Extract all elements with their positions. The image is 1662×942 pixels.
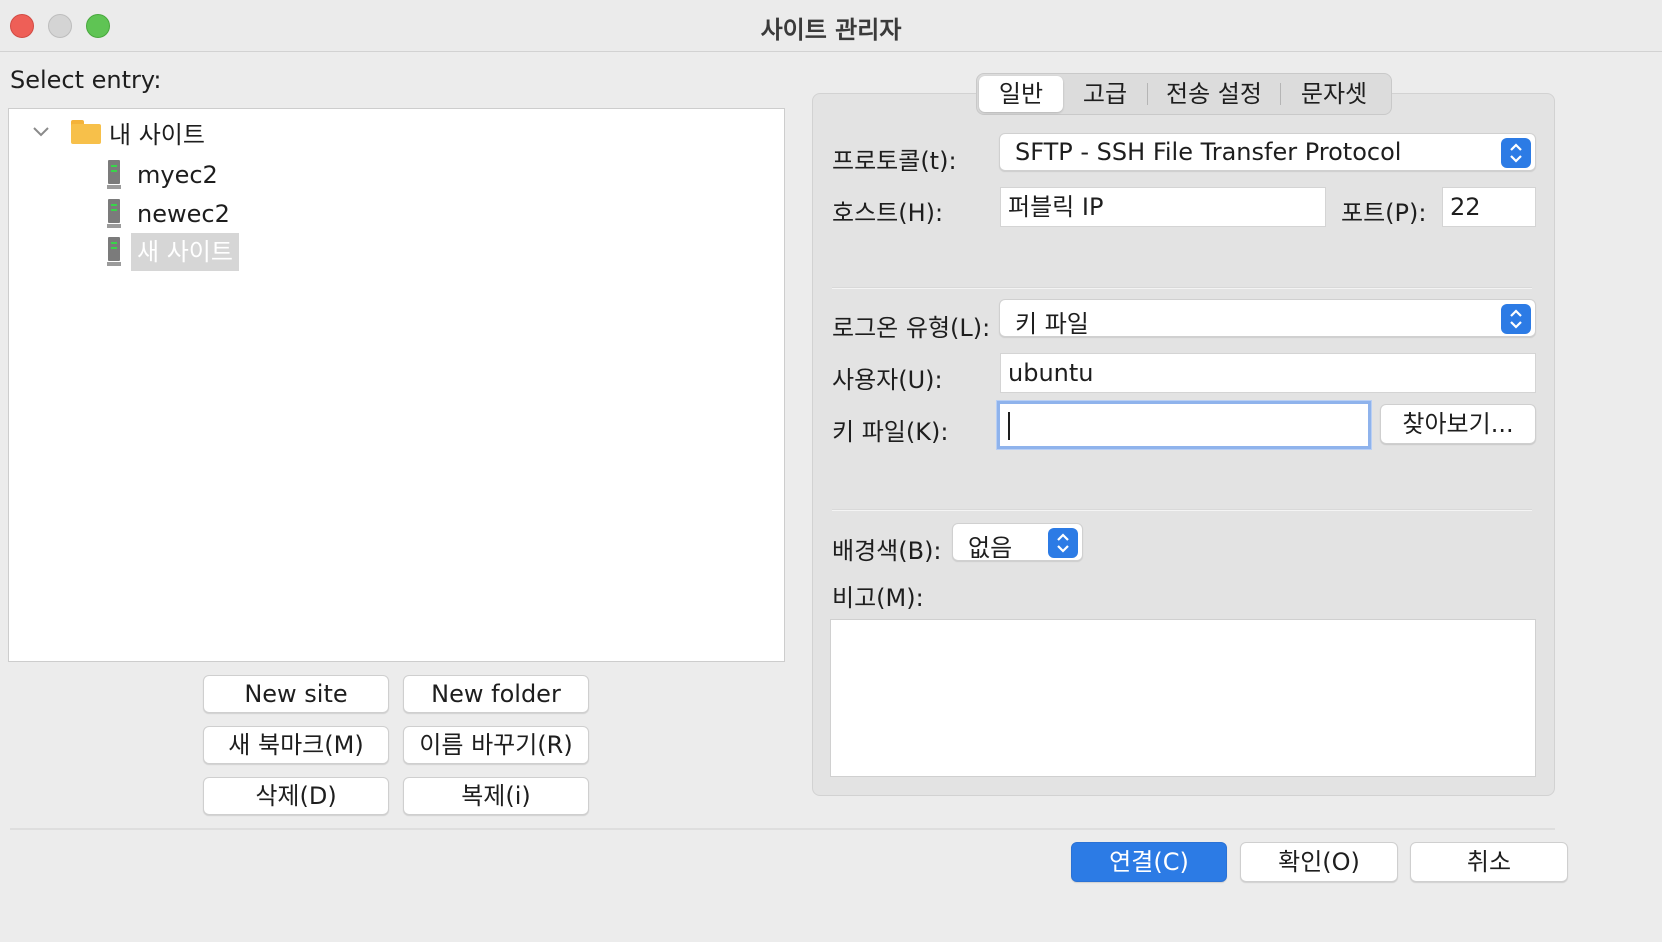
new-site-button[interactable]: New site: [203, 675, 389, 713]
server-icon: [107, 237, 121, 267]
connect-button[interactable]: 연결(C): [1071, 842, 1227, 882]
title-bar: 사이트 관리자: [0, 0, 1662, 52]
select-entry-label: Select entry:: [10, 66, 162, 94]
tab-transfer-settings[interactable]: 전송 설정: [1148, 76, 1280, 112]
new-folder-button[interactable]: New folder: [403, 675, 589, 713]
new-bookmark-button[interactable]: 새 북마크(M): [203, 726, 389, 764]
protocol-value: SFTP - SSH File Transfer Protocol: [1015, 138, 1402, 166]
tab-bar: 일반 고급 전송 설정 문자셋: [976, 73, 1392, 115]
window-title: 사이트 관리자: [760, 16, 902, 44]
up-down-chevron-icon: [1048, 528, 1078, 558]
tree-site-item-selected[interactable]: 새 사이트: [107, 233, 239, 271]
host-field[interactable]: 퍼블릭 IP: [1000, 187, 1326, 227]
cancel-button[interactable]: 취소: [1410, 842, 1568, 882]
rename-button[interactable]: 이름 바꾸기(R): [403, 726, 589, 764]
protocol-label: 프로토콜(t):: [832, 147, 957, 175]
tab-advanced[interactable]: 고급: [1063, 76, 1147, 112]
chevron-down-icon[interactable]: [31, 121, 51, 141]
tree-folder-my-sites[interactable]: 내 사이트: [71, 113, 205, 151]
site-label: newec2: [137, 200, 230, 228]
delete-button[interactable]: 삭제(D): [203, 777, 389, 815]
footer-divider: [10, 828, 1555, 830]
section-divider: [832, 509, 1532, 511]
port-label: 포트(P):: [1341, 199, 1427, 227]
logon-type-select[interactable]: 키 파일: [999, 299, 1536, 338]
text-cursor: [1008, 412, 1010, 440]
tab-general[interactable]: 일반: [979, 76, 1063, 112]
logon-type-label: 로그온 유형(L):: [832, 314, 991, 342]
up-down-chevron-icon: [1501, 304, 1531, 334]
server-icon: [107, 199, 121, 229]
section-divider: [832, 287, 1532, 289]
key-file-label: 키 파일(K):: [832, 418, 949, 446]
tab-charset[interactable]: 문자셋: [1281, 76, 1387, 112]
port-field[interactable]: 22: [1442, 187, 1536, 227]
user-field[interactable]: ubuntu: [1000, 353, 1536, 393]
background-color-value: 없음: [968, 534, 1013, 562]
browse-button[interactable]: 찾아보기...: [1380, 404, 1536, 444]
host-label: 호스트(H):: [832, 199, 944, 227]
site-tree[interactable]: 내 사이트 myec2 newec2 새 사이트: [8, 108, 785, 662]
folder-icon: [71, 120, 101, 144]
site-label: 새 사이트: [131, 233, 239, 271]
user-label: 사용자(U):: [832, 366, 943, 394]
background-color-select[interactable]: 없음: [952, 523, 1083, 562]
memo-label: 비고(M):: [832, 584, 924, 612]
server-icon: [107, 160, 121, 190]
ok-button[interactable]: 확인(O): [1240, 842, 1398, 882]
up-down-chevron-icon: [1501, 138, 1531, 168]
site-label: myec2: [137, 161, 218, 189]
tree-site-item[interactable]: newec2: [107, 195, 230, 233]
key-file-field[interactable]: [997, 401, 1371, 449]
background-color-label: 배경색(B):: [832, 537, 942, 565]
tree-site-item[interactable]: myec2: [107, 156, 218, 194]
logon-type-value: 키 파일: [1015, 310, 1089, 338]
duplicate-button[interactable]: 복제(i): [403, 777, 589, 815]
memo-textarea[interactable]: [830, 619, 1536, 777]
folder-label: 내 사이트: [109, 120, 205, 149]
protocol-select[interactable]: SFTP - SSH File Transfer Protocol: [999, 133, 1536, 171]
